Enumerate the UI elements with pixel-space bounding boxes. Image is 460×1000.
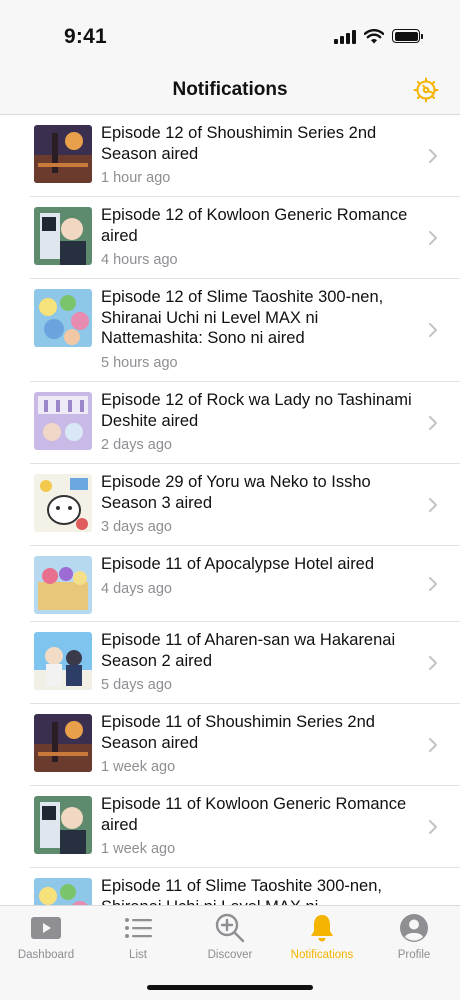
battery-icon xyxy=(392,29,423,43)
tab-label: Notifications xyxy=(290,949,354,961)
notification-title: Episode 11 of Slime Taoshite 300-nen, Sh… xyxy=(101,877,382,905)
anime-thumbnail xyxy=(34,796,92,854)
notification-row[interactable]: Episode 11 of Apocalypse Hotel aired 4 d… xyxy=(0,546,460,622)
gear-icon[interactable] xyxy=(412,76,440,104)
tab-discover[interactable]: Discover xyxy=(184,912,276,968)
notification-title: Episode 11 of Shoushimin Series 2nd Seas… xyxy=(101,713,375,752)
notification-title: Episode 11 of Apocalypse Hotel aired xyxy=(101,555,375,573)
list-icon xyxy=(125,918,152,938)
notification-row[interactable]: Episode 11 of Aharen-san wa Hakarenai Se… xyxy=(0,622,460,704)
status-time: 9:41 xyxy=(64,25,107,48)
notification-time: 2 days ago xyxy=(101,437,172,453)
notification-time: 5 days ago xyxy=(101,677,172,693)
notification-title: Episode 12 of Shoushimin Series 2nd Seas… xyxy=(101,124,377,163)
anime-thumbnail xyxy=(34,474,92,532)
profile-icon xyxy=(400,914,428,942)
discover-magnifier-icon xyxy=(215,913,245,943)
tab-dashboard[interactable]: Dashboard xyxy=(0,912,92,968)
notification-title: Episode 12 of Kowloon Generic Romance ai… xyxy=(101,206,408,245)
tab-list[interactable]: List xyxy=(92,912,184,968)
chevron-right-icon xyxy=(429,656,437,670)
anime-thumbnail xyxy=(34,714,92,772)
tab-label: List xyxy=(129,949,147,961)
anime-thumbnail xyxy=(34,392,92,450)
notification-row[interactable]: Episode 29 of Yoru wa Neko to Issho Seas… xyxy=(0,464,460,546)
notification-title: Episode 11 of Aharen-san wa Hakarenai Se… xyxy=(101,631,396,670)
notification-time: 1 week ago xyxy=(101,841,176,857)
tab-label: Dashboard xyxy=(17,949,75,961)
notification-time: 4 hours ago xyxy=(101,252,178,268)
notification-time: 4 days ago xyxy=(101,581,172,597)
notification-row[interactable]: Episode 12 of Shoushimin Series 2nd Seas… xyxy=(0,115,460,197)
chevron-right-icon xyxy=(429,820,437,834)
anime-thumbnail xyxy=(34,878,92,905)
chevron-right-icon xyxy=(429,416,437,430)
notification-time: 3 days ago xyxy=(101,519,172,535)
anime-thumbnail xyxy=(34,632,92,690)
notification-row[interactable]: Episode 12 of Rock wa Lady no Tashinami … xyxy=(0,382,460,464)
play-icon xyxy=(31,917,61,939)
chevron-right-icon xyxy=(429,231,437,245)
tab-profile[interactable]: Profile xyxy=(368,912,460,968)
notification-time: 1 week ago xyxy=(101,759,176,775)
status-icons xyxy=(334,28,423,44)
chevron-right-icon xyxy=(429,149,437,163)
anime-thumbnail xyxy=(34,289,92,347)
notification-time: 5 hours ago xyxy=(101,355,178,371)
cellular-signal-icon xyxy=(334,28,356,44)
home-indicator xyxy=(147,985,313,990)
notification-list[interactable]: Episode 12 of Shoushimin Series 2nd Seas… xyxy=(0,115,460,905)
notification-title: Episode 11 of Kowloon Generic Romance ai… xyxy=(101,795,407,834)
page-title: Notifications xyxy=(172,79,288,100)
notification-title: Episode 29 of Yoru wa Neko to Issho Seas… xyxy=(101,473,371,512)
chevron-right-icon xyxy=(429,577,437,591)
wifi-icon xyxy=(364,28,384,43)
chevron-right-icon xyxy=(429,323,437,337)
status-bar: 9:41 xyxy=(0,0,460,66)
anime-thumbnail xyxy=(34,556,92,614)
notification-row[interactable]: Episode 11 of Kowloon Generic Romance ai… xyxy=(0,786,460,868)
bell-icon xyxy=(311,915,333,942)
navigation-bar: Notifications xyxy=(0,66,460,115)
tab-label: Discover xyxy=(207,949,253,961)
notification-row[interactable]: Episode 11 of Shoushimin Series 2nd Seas… xyxy=(0,704,460,786)
chevron-right-icon xyxy=(429,738,437,752)
notification-row[interactable]: Episode 12 of Kowloon Generic Romance ai… xyxy=(0,197,460,279)
tab-notifications[interactable]: Notifications xyxy=(276,912,368,968)
chevron-right-icon xyxy=(429,498,437,512)
anime-thumbnail xyxy=(34,207,92,265)
notification-row[interactable]: Episode 11 of Slime Taoshite 300-nen, Sh… xyxy=(0,868,460,905)
tab-label: Profile xyxy=(397,949,431,961)
notification-title: Episode 12 of Slime Taoshite 300-nen, Sh… xyxy=(101,288,384,347)
notification-title: Episode 12 of Rock wa Lady no Tashinami … xyxy=(101,391,412,430)
anime-thumbnail xyxy=(34,125,92,183)
notification-time: 1 hour ago xyxy=(101,170,171,186)
notification-row[interactable]: Episode 12 of Slime Taoshite 300-nen, Sh… xyxy=(0,279,460,382)
